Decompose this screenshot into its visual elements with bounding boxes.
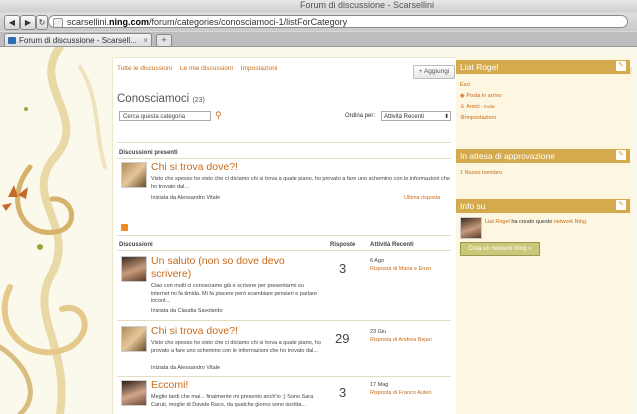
user-box-header: Liat Rogel ✎ <box>456 60 630 74</box>
add-discussion-button[interactable]: + Aggiungi <box>413 65 455 79</box>
info-header: Info su ✎ <box>456 199 630 213</box>
sidebar: Liat Rogel ✎ Esci ◉ Posta in arrivo ♙ Am… <box>456 57 630 414</box>
category-title: Conosciamoci <box>117 93 190 105</box>
tab-forum[interactable]: Forum di discussione - Scarsell... × <box>4 33 152 46</box>
divider <box>117 158 451 159</box>
pending-header: In attesa di approvazione ✎ <box>456 149 630 163</box>
info-network-link[interactable]: network Ning. <box>554 219 588 225</box>
info-user-link[interactable]: Liat Rogel <box>485 219 510 225</box>
search-input[interactable]: Cerca questa categoria <box>119 111 211 121</box>
discussion-excerpt: Meglio tardi che mai... finalmente mi pr… <box>151 394 314 408</box>
window-titlebar: Forum di discussione - Scarsellini <box>0 0 637 12</box>
activity-reply-link[interactable]: Risposta di Franco Auteri <box>370 390 431 396</box>
edit-icon[interactable]: ✎ <box>616 61 626 71</box>
address-bar[interactable]: scarsellini.ning.com/forum/categories/co… <box>48 15 628 28</box>
main-content: Tutte le discussioni Le mie discussioni … <box>112 57 457 414</box>
url-domain: ning.com <box>109 17 150 27</box>
search-icon[interactable]: ⚲ <box>215 110 222 121</box>
address-row: ◀ ▶ ↻ scarsellini.ning.com/forum/categor… <box>0 13 637 31</box>
divider <box>117 376 451 377</box>
featured-header: Discussioni presenti <box>119 150 178 156</box>
link-my-discussions[interactable]: Le mie discussioni <box>180 65 233 72</box>
back-button[interactable]: ◀ <box>4 15 20 30</box>
divider <box>117 250 451 251</box>
order-select-value: Attività Recenti <box>384 114 425 120</box>
reply-count: 3 <box>339 261 347 276</box>
col-activity: Attività Recenti <box>370 242 414 248</box>
featured-title[interactable]: Chi si trova dove?! <box>151 161 238 173</box>
url-path: /forum/categories/conosciamoci-1/listFor… <box>149 17 348 27</box>
avatar[interactable] <box>121 256 147 282</box>
divider <box>117 142 451 143</box>
favicon-icon <box>53 18 63 27</box>
divider <box>117 320 451 321</box>
featured-excerpt: Visto che spesso ho visto che ci diciamo… <box>151 176 450 190</box>
settings-item[interactable]: ⚙Impostazioni <box>460 115 496 121</box>
friends-icon: ♙ <box>460 104 465 110</box>
tab-strip: Forum di discussione - Scarsell... × + <box>0 32 637 47</box>
avatar[interactable] <box>121 326 147 352</box>
activity-date: 17 Mag <box>370 382 389 388</box>
discussion-excerpt: Visto che spesso ho visto che ci diciamo… <box>151 340 321 354</box>
discussion-byline: Iniziata da Claudia Savolardo <box>151 308 223 314</box>
browser-chrome: Forum di discussione - Scarsellini ◀ ▶ ↻… <box>0 0 637 47</box>
discussion-title-cont[interactable]: scrivere) <box>151 268 191 280</box>
new-members-link[interactable]: 1 Nuovo membro <box>460 170 502 176</box>
decorative-swirl-background <box>0 47 107 414</box>
invite-link[interactable]: - Invita <box>481 104 495 109</box>
friends-link[interactable]: Amici <box>466 104 479 110</box>
tab-favicon-icon <box>8 37 16 44</box>
info-description: ha creato questo <box>511 219 553 225</box>
col-replies: Risposte <box>330 242 356 248</box>
link-settings[interactable]: Impostazioni <box>241 65 278 72</box>
pending-title: In attesa di approvazione <box>460 151 555 161</box>
page: Tutte le discussioni Le mie discussioni … <box>0 47 637 414</box>
friends-item[interactable]: ♙ Amici - Invita <box>460 104 495 110</box>
tab-close-icon[interactable]: × <box>143 34 148 46</box>
create-network-button[interactable]: Crea un network Ning » <box>460 242 540 256</box>
exit-link[interactable]: Esci <box>460 82 470 88</box>
rss-icon[interactable] <box>121 224 128 231</box>
link-all-discussions[interactable]: Tutte le discussioni <box>117 65 172 72</box>
inbox-link[interactable]: Posta in arrivo <box>466 93 501 99</box>
info-text: Liat Rogel ha creato questo network Ning… <box>485 219 587 225</box>
reply-count: 29 <box>335 331 350 346</box>
activity-date: 23 Giu <box>370 329 387 335</box>
url-prefix: scarsellini. <box>67 17 110 27</box>
inbox-icon: ◉ <box>460 93 465 99</box>
activity-reply-link[interactable]: Risposta di Andrea Bejan <box>370 337 440 345</box>
info-title: Info su <box>460 201 486 211</box>
discussion-byline: Iniziata da Alessandro Vitale <box>151 365 220 371</box>
avatar[interactable] <box>460 217 482 239</box>
edit-icon[interactable]: ✎ <box>616 200 626 210</box>
page-title: Conosciamoci (23) <box>117 93 205 105</box>
latest-reply-link[interactable]: Ultima risposta <box>404 195 440 201</box>
edit-icon[interactable]: ✎ <box>616 150 626 160</box>
col-discussions: Discussioni <box>119 242 153 248</box>
category-count: (23) <box>192 97 205 104</box>
order-label: Ordina per: <box>345 113 376 119</box>
activity-reply-link[interactable]: Risposta di Maria e Enzo <box>370 266 431 272</box>
discussion-title[interactable]: Un saluto (non so dove devo <box>151 255 285 267</box>
reload-icon[interactable]: ↻ <box>36 15 48 30</box>
discussion-excerpt: Ciao con molti ci conosciamo già e scriv… <box>151 283 317 304</box>
discussion-nav: Tutte le discussioni Le mie discussioni … <box>117 65 283 72</box>
discussion-title[interactable]: Chi si trova dove?! <box>151 325 238 337</box>
discussion-title[interactable]: Eccomi! <box>151 379 188 391</box>
order-select[interactable]: Attività Recenti ⬍ <box>381 111 451 121</box>
reply-count: 3 <box>339 385 347 400</box>
inbox-item[interactable]: ◉ Posta in arrivo <box>460 93 502 99</box>
featured-byline: Iniziata da Alessandro Vitale <box>151 195 220 201</box>
avatar[interactable] <box>121 380 147 406</box>
activity-date: 6 Ago <box>370 258 385 264</box>
select-arrow-icon: ⬍ <box>443 114 449 120</box>
window-title: Forum di discussione - Scarsellini <box>300 0 435 10</box>
settings-link[interactable]: Impostazioni <box>465 115 496 121</box>
tab-title: Forum di discussione - Scarsell... <box>19 36 137 45</box>
divider <box>117 235 451 236</box>
forward-button[interactable]: ▶ <box>20 15 36 30</box>
new-tab-button[interactable]: + <box>156 34 172 47</box>
avatar[interactable] <box>121 162 147 188</box>
user-box-title: Liat Rogel <box>460 62 499 72</box>
